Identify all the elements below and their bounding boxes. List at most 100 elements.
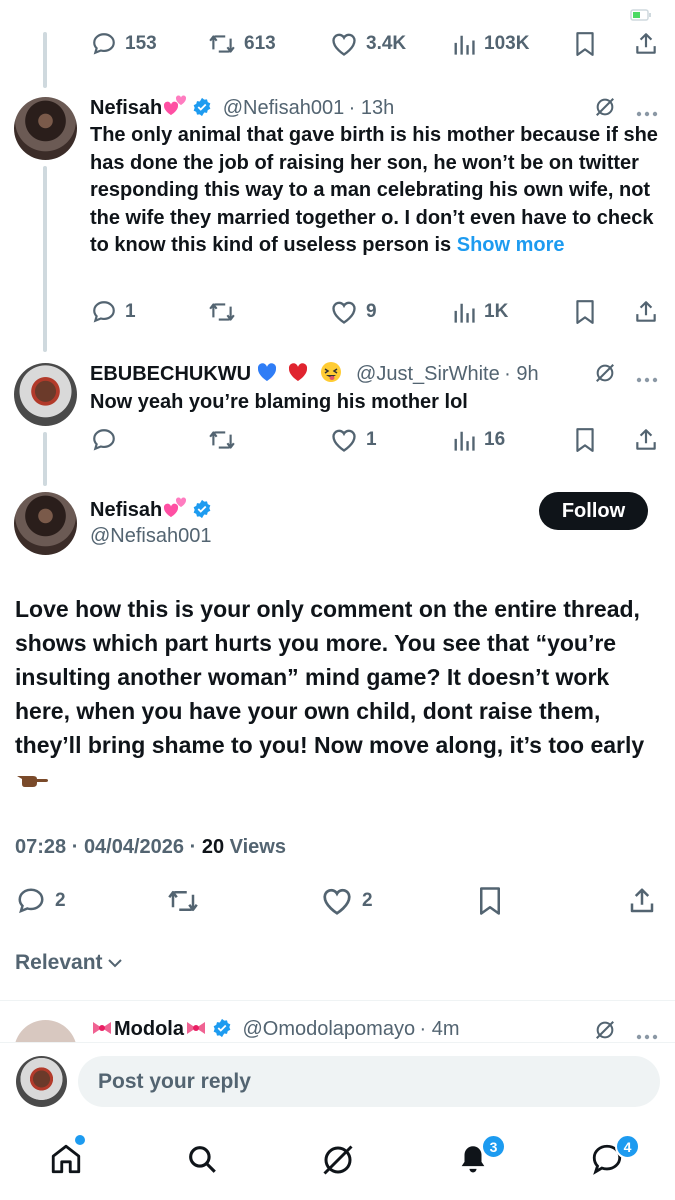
like-count: 9: [366, 301, 377, 322]
battery-icon: [630, 8, 652, 21]
like-button[interactable]: 1: [330, 427, 377, 453]
home-notification-dot: [75, 1135, 85, 1145]
hearts-emoji: [162, 95, 188, 122]
grok-icon[interactable]: [320, 1142, 356, 1183]
share-button[interactable]: [634, 31, 658, 57]
avatar[interactable]: [14, 97, 77, 160]
reply-icon: [18, 888, 44, 914]
search-icon[interactable]: [185, 1142, 219, 1181]
tweet-header: Modola @Omodolapomayo · 4m: [90, 1018, 460, 1043]
like-button[interactable]: 9: [330, 299, 377, 325]
follow-button[interactable]: Follow: [539, 492, 648, 530]
more-options-icon[interactable]: [636, 104, 658, 122]
main-tweet-header: Nefisah: [90, 497, 212, 524]
reply-button[interactable]: [91, 427, 117, 453]
repost-button[interactable]: 613: [208, 31, 276, 57]
reply-count: 1: [125, 301, 136, 322]
emoji-group: [256, 361, 348, 388]
notifications-badge: 3: [481, 1134, 506, 1159]
main-tweet-text: Love how this is your only comment on th…: [15, 592, 660, 799]
share-icon: [630, 888, 654, 913]
bookmark-button[interactable]: [574, 427, 596, 453]
reply-count: 153: [125, 33, 157, 54]
handle[interactable]: @Nefisah001: [90, 525, 211, 548]
handle[interactable]: @Nefisah001: [223, 97, 344, 119]
divider: [0, 1000, 675, 1001]
bookmark-icon: [576, 32, 594, 56]
my-avatar[interactable]: [16, 1056, 67, 1107]
display-name[interactable]: Modola: [114, 1018, 184, 1040]
like-button[interactable]: 3.4K: [330, 31, 406, 57]
main-tweet-body: Love how this is your only comment on th…: [15, 596, 645, 758]
share-button[interactable]: [634, 427, 658, 453]
share-icon: [636, 429, 656, 450]
views-button[interactable]: 16: [452, 427, 505, 453]
reply-button[interactable]: 153: [91, 31, 157, 57]
timestamp: · 13h: [348, 97, 395, 119]
avatar[interactable]: [14, 363, 77, 426]
views-count: 1K: [484, 301, 509, 322]
timestamp: · 4m: [419, 1018, 460, 1040]
reply-button[interactable]: 2: [15, 886, 66, 916]
more-options-icon[interactable]: [636, 370, 658, 388]
timestamp: · 9h: [504, 363, 539, 385]
bookmark-icon: [576, 428, 594, 452]
views-count: 20: [201, 836, 225, 858]
repost-icon: [209, 431, 235, 449]
hearts-emoji: [162, 497, 188, 524]
heart-icon: [323, 888, 351, 915]
home-icon[interactable]: [49, 1142, 83, 1181]
tweet-header: EBUBECHUKWU @Just_SirWhite · 9h: [90, 361, 539, 388]
views-button[interactable]: 1K: [452, 299, 508, 325]
repost-button[interactable]: [208, 299, 236, 325]
bookmark-icon: [480, 887, 500, 915]
repost-button[interactable]: [208, 427, 236, 453]
views-button[interactable]: 103K: [452, 31, 529, 57]
show-more-link[interactable]: Show more: [457, 234, 565, 256]
reply-icon: [93, 301, 115, 323]
repost-icon: [209, 35, 235, 53]
grok-icon[interactable]: [594, 362, 616, 389]
reply-button[interactable]: 1: [91, 299, 136, 325]
display-name[interactable]: Nefisah: [90, 499, 162, 521]
reply-input[interactable]: Post your reply: [78, 1056, 660, 1107]
tweet-date: 04/04/2026: [83, 836, 185, 858]
messages-badge: 4: [615, 1134, 640, 1159]
tweet-time: 07:28: [15, 836, 67, 858]
tweet-text: The only animal that gave birth is his m…: [90, 122, 658, 260]
reply-icon: [93, 429, 115, 451]
avatar[interactable]: [14, 492, 77, 555]
sort-label: Relevant: [15, 951, 103, 974]
display-name[interactable]: EBUBECHUKWU: [90, 363, 251, 385]
share-button[interactable]: [634, 299, 658, 325]
share-button[interactable]: [628, 886, 656, 916]
chevron-down-icon: [107, 959, 122, 968]
grok-icon[interactable]: [594, 96, 616, 123]
repost-button[interactable]: [166, 886, 200, 916]
handle[interactable]: @Just_SirWhite: [356, 363, 500, 385]
thread-connector: [43, 432, 47, 486]
views-icon: [454, 35, 475, 55]
bookmark-button[interactable]: [574, 31, 596, 57]
heart-icon: [332, 33, 356, 56]
display-name[interactable]: Nefisah: [90, 97, 162, 119]
like-count: 2: [362, 890, 373, 911]
bookmark-button[interactable]: [477, 886, 503, 916]
tweet-header: Nefisah @Nefisah001 · 13h: [90, 95, 394, 122]
tweet-text: Now yeah you’re blaming his mother lol: [90, 391, 468, 413]
like-count: 1: [366, 429, 377, 450]
views-icon: [454, 431, 475, 451]
tweet-body: The only animal that gave birth is his m…: [90, 124, 658, 256]
tweet-meta: 07:28 · 04/04/2026 · 20 Views: [15, 836, 286, 858]
repost-count: 613: [244, 33, 276, 54]
reply-icon: [93, 33, 115, 55]
pointing-hand-emoji: [15, 765, 49, 799]
handle[interactable]: @Omodolapomayo: [242, 1018, 415, 1040]
sort-dropdown[interactable]: Relevant: [15, 951, 123, 975]
verified-badge-icon: [192, 499, 212, 519]
bookmark-button[interactable]: [574, 299, 596, 325]
like-button[interactable]: 2: [320, 886, 373, 916]
like-count: 3.4K: [366, 33, 407, 54]
bookmark-icon: [576, 300, 594, 324]
reply-count: 2: [55, 890, 66, 911]
